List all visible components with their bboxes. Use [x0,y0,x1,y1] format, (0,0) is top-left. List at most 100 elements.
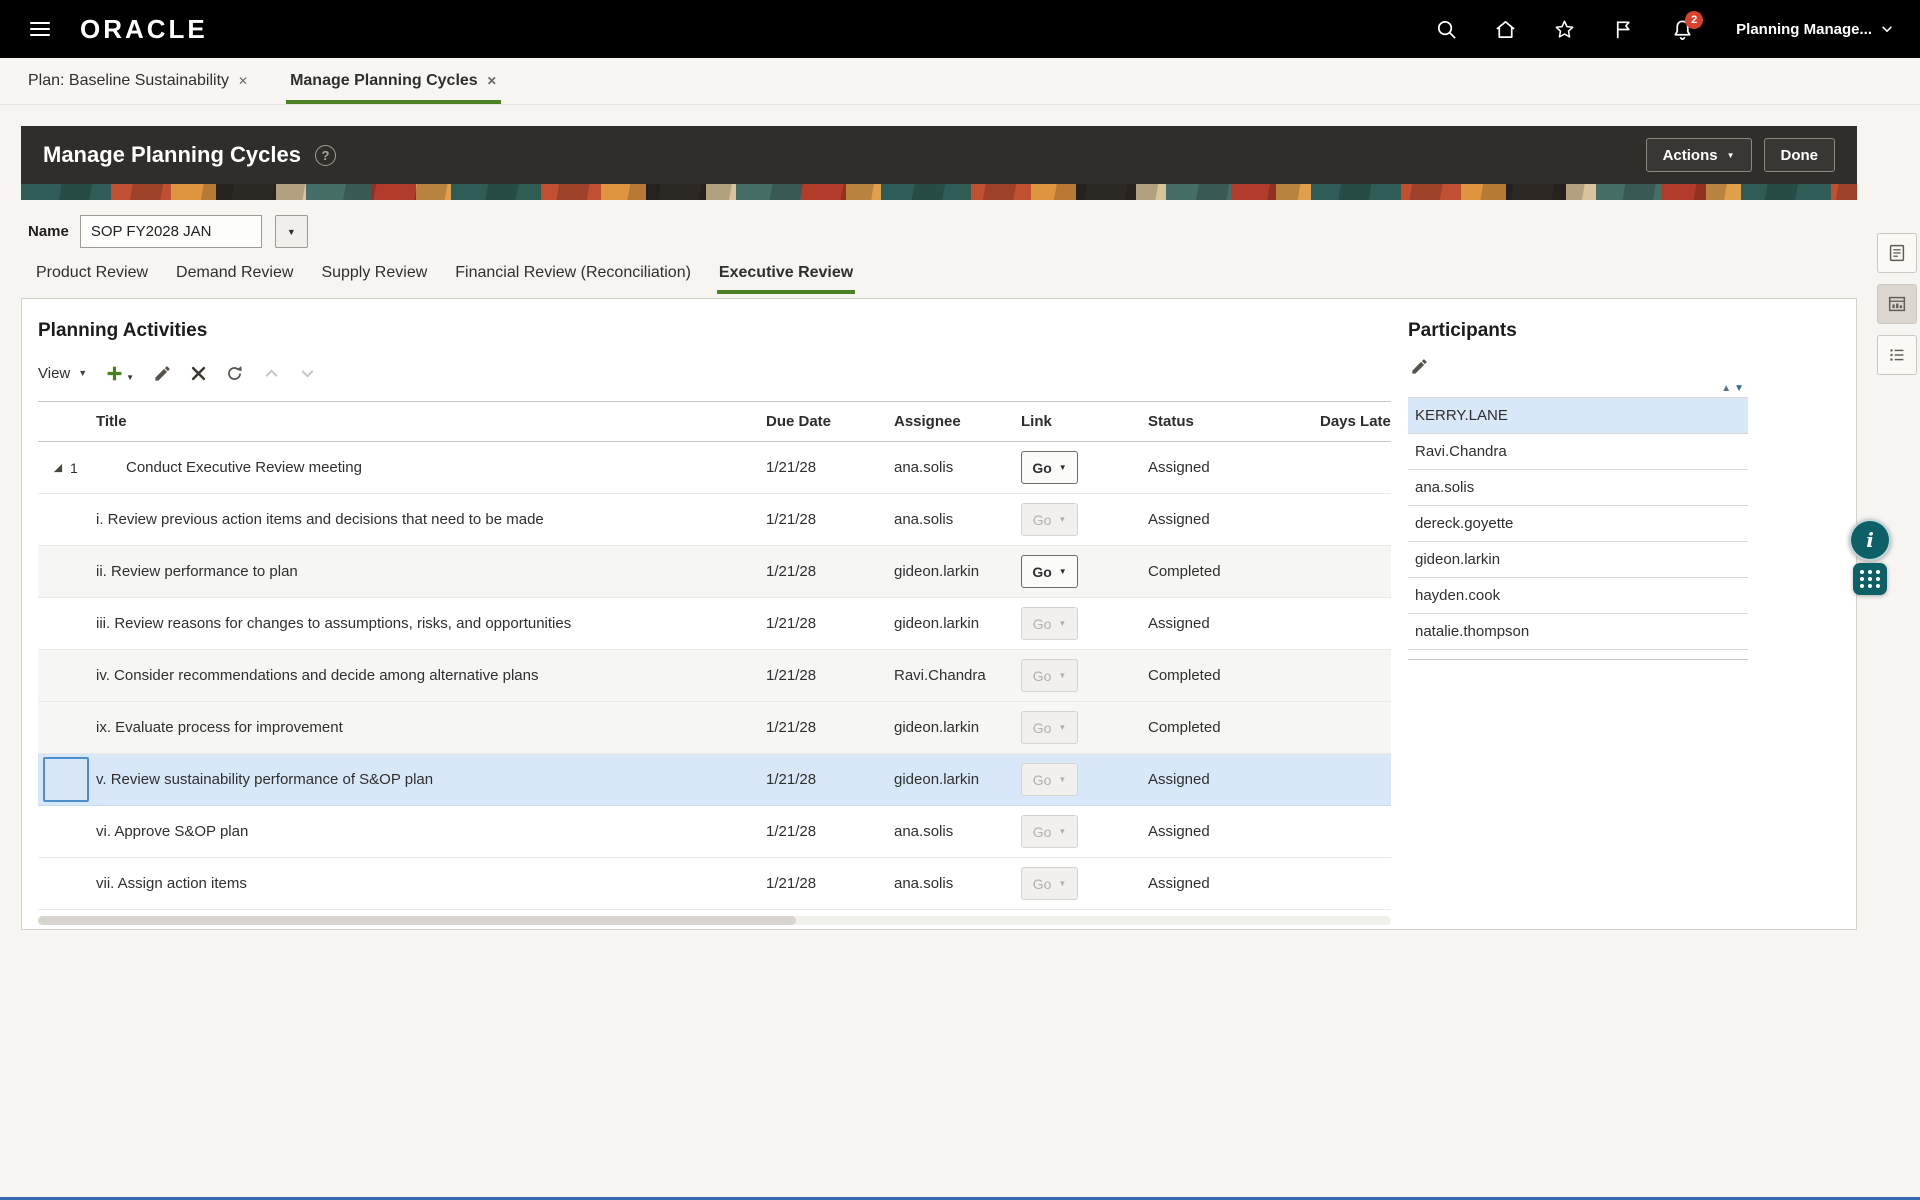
list-icon [1886,344,1908,366]
go-button[interactable]: Go ▼ [1021,607,1078,640]
chevron-down-icon: ▼ [78,368,87,378]
refresh-button[interactable] [225,364,244,383]
table-row[interactable]: iv. Consider recommendations and decide … [38,650,1391,702]
planning-activities-section: Planning Activities View ▼ ▼ [22,299,1391,929]
page-properties-rail-button[interactable] [1877,233,1917,273]
view-menu[interactable]: View ▼ [38,365,87,382]
activity-assignee: gideon.larkin [894,771,1021,788]
table-row[interactable]: ii. Review performance to plan 1/21/28 g… [38,546,1391,598]
search-icon[interactable] [1435,18,1458,41]
sort-ascending-icon[interactable]: ▲ [1721,383,1731,394]
scrollbar-thumb[interactable] [38,916,796,925]
activity-title: v. Review sustainability performance of … [96,771,766,788]
favorites-star-icon[interactable] [1553,18,1576,41]
infolets-rail-button[interactable] [1877,284,1917,324]
activity-assignee: ana.solis [894,823,1021,840]
participant-row[interactable]: hayden.cook [1408,578,1748,614]
chevron-up-icon [263,365,280,382]
go-button[interactable]: Go ▼ [1021,763,1078,796]
column-header-due-date: Due Date [766,413,894,430]
tab-supply-review[interactable]: Supply Review [319,264,429,294]
move-down-button[interactable] [299,365,316,382]
activity-title: vi. Approve S&OP plan [96,823,766,840]
participant-row[interactable]: natalie.thompson [1408,614,1748,650]
chevron-down-icon [1880,22,1894,36]
participant-row[interactable]: KERRY.LANE [1408,398,1748,434]
delete-activity-button[interactable] [191,366,206,381]
move-up-button[interactable] [263,365,280,382]
go-button-label: Go [1033,720,1052,736]
participant-row[interactable]: Ravi.Chandra [1408,434,1748,470]
go-button[interactable]: Go ▼ [1021,451,1078,484]
help-icon[interactable]: ? [315,145,336,166]
go-button-label: Go [1033,512,1052,528]
tab-demand-review[interactable]: Demand Review [174,264,295,294]
planning-activities-heading: Planning Activities [38,319,1391,343]
tab-product-review[interactable]: Product Review [34,264,150,294]
participant-row[interactable]: dereck.goyette [1408,506,1748,542]
close-icon[interactable]: ✕ [238,74,248,88]
activity-due-date: 1/21/28 [766,875,894,892]
participant-row[interactable]: gideon.larkin [1408,542,1748,578]
table-header-row: Title Due Date Assignee Link Status Days… [38,402,1391,442]
participant-name: KERRY.LANE [1415,407,1508,424]
planning-activities-table: Title Due Date Assignee Link Status Days… [38,401,1391,925]
open-tabs-bar: Plan: Baseline Sustainability ✕ Manage P… [0,58,1920,105]
notifications-bell-icon[interactable]: 2 [1671,18,1694,41]
participant-name: dereck.goyette [1415,515,1513,532]
list-rail-button[interactable] [1877,335,1917,375]
activity-due-date: 1/21/28 [766,771,894,788]
close-icon[interactable]: ✕ [487,74,497,88]
chevron-down-icon: ▼ [1727,151,1735,160]
go-button[interactable]: Go ▼ [1021,815,1078,848]
add-activity-button[interactable]: ▼ [106,365,134,382]
activity-title: Conduct Executive Review meeting [96,459,766,476]
table-row[interactable]: vii. Assign action items 1/21/28 ana.sol… [38,858,1391,910]
user-menu[interactable]: Planning Manage... [1736,21,1894,38]
decorative-banner-strip [21,184,1857,200]
table-row[interactable]: iii. Review reasons for changes to assum… [38,598,1391,650]
expand-toggle-icon[interactable] [52,460,63,476]
right-icon-rail [1877,233,1917,375]
done-button[interactable]: Done [1764,138,1836,172]
navigator-menu-button[interactable] [26,14,54,44]
go-button[interactable]: Go ▼ [1021,555,1078,588]
table-row[interactable]: i. Review previous action items and deci… [38,494,1391,546]
edit-activity-button[interactable] [153,364,172,383]
tab-executive-review[interactable]: Executive Review [717,264,855,294]
pencil-icon [1410,357,1429,376]
go-button[interactable]: Go ▼ [1021,867,1078,900]
watchlist-flag-icon[interactable] [1612,18,1635,41]
go-button[interactable]: Go ▼ [1021,503,1078,536]
edit-participants-button[interactable] [1408,355,1431,381]
table-row[interactable]: 1 Conduct Executive Review meeting 1/21/… [38,442,1391,494]
table-row[interactable]: ix. Evaluate process for improvement 1/2… [38,702,1391,754]
view-menu-label: View [38,365,70,382]
horizontal-scrollbar[interactable] [38,916,1391,925]
table-row[interactable]: vi. Approve S&OP plan 1/21/28 ana.solis … [38,806,1391,858]
review-tabs: Product Review Demand Review Supply Review… [21,264,1857,294]
sort-descending-icon[interactable]: ▼ [1734,383,1744,394]
home-icon[interactable] [1494,18,1517,41]
info-icon[interactable]: i [1849,519,1891,561]
activity-title: iii. Review reasons for changes to assum… [96,615,766,632]
chevron-down-icon: ▼ [1059,463,1067,472]
tab-financial-review-reconciliation[interactable]: Financial Review (Reconciliation) [453,264,693,294]
chevron-down-icon [299,365,316,382]
tab-manage-planning-cycles[interactable]: Manage Planning Cycles ✕ [286,58,501,104]
actions-button[interactable]: Actions ▼ [1646,138,1752,172]
table-row[interactable]: v. Review sustainability performance of … [38,754,1391,806]
pencil-icon [153,364,172,383]
name-input[interactable] [80,215,262,248]
page-title: Manage Planning Cycles [43,142,301,168]
tab-plan-baseline-sustainability[interactable]: Plan: Baseline Sustainability ✕ [24,58,252,104]
participants-sort-controls: ▲ ▼ [1408,383,1748,394]
go-button[interactable]: Go ▼ [1021,659,1078,692]
page-header: Manage Planning Cycles ? Actions ▼ Done [21,126,1857,184]
go-button[interactable]: Go ▼ [1021,711,1078,744]
participant-row[interactable]: ana.solis [1408,470,1748,506]
participant-name: Ravi.Chandra [1415,443,1507,460]
apps-grid-icon[interactable] [1853,563,1887,595]
activity-assignee: ana.solis [894,459,1021,476]
name-dropdown-button[interactable]: ▼ [275,215,308,248]
